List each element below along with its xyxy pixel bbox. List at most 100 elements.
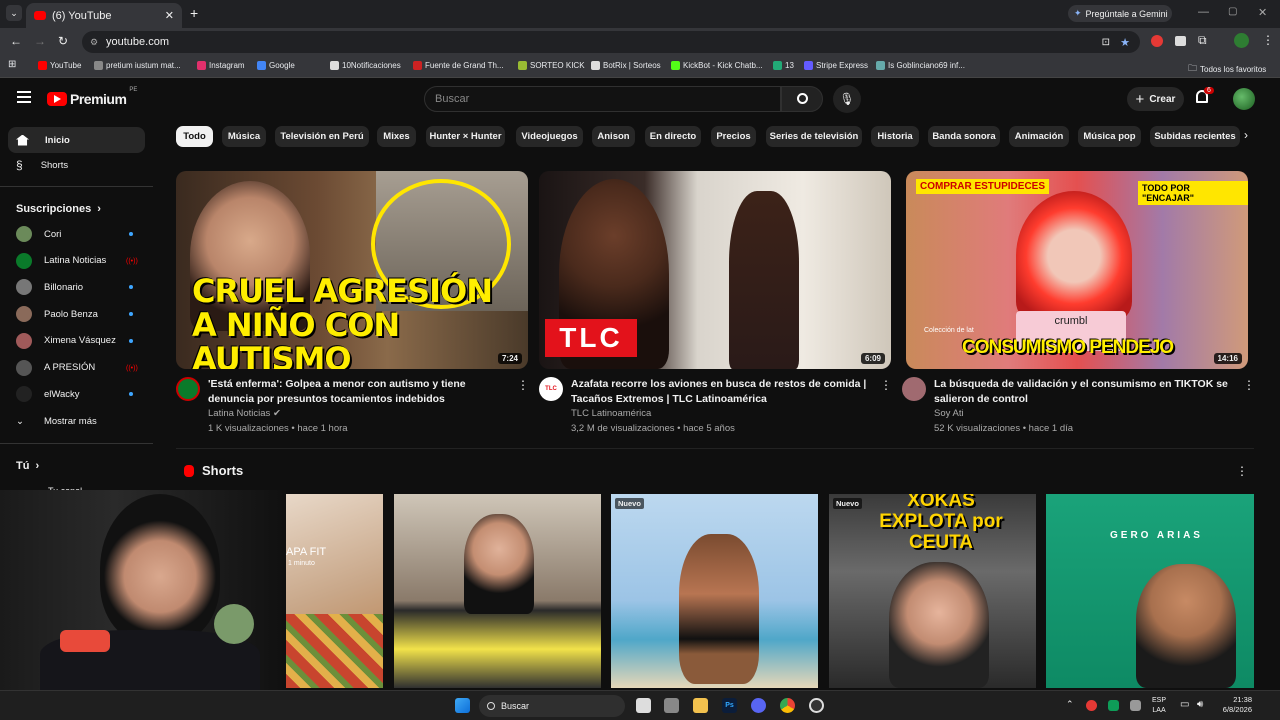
bookmark-item[interactable]: 10Notificaciones [330, 61, 401, 70]
chip-3[interactable]: Mixes [377, 126, 416, 147]
video-title[interactable]: Azafata recorre los aviones en busca de … [571, 377, 867, 407]
chip-13[interactable]: Música pop [1078, 126, 1141, 147]
show-more[interactable]: ⌄ Mostrar más [16, 416, 97, 427]
volume-icon[interactable]: 🔊︎ [1197, 699, 1203, 710]
bookmark-item[interactable]: YouTube [38, 61, 81, 70]
voice-search-button[interactable]: 🎙 [833, 85, 861, 113]
more-options-icon[interactable]: ⋮ [1243, 378, 1255, 392]
bookmark-item[interactable]: BotRix | Sorteos [591, 61, 661, 70]
tray-app3-icon[interactable] [1130, 700, 1141, 711]
video-title[interactable]: La búsqueda de validación y el consumism… [934, 377, 1230, 407]
browser-tab[interactable]: (6) YouTube ✕ [26, 3, 182, 28]
forward-icon[interactable]: → [34, 34, 46, 48]
close-tab-icon[interactable]: ✕ [165, 9, 174, 22]
sidebar-item-shorts[interactable]: § Shorts [16, 158, 68, 172]
chip-6[interactable]: Anison [592, 126, 635, 147]
bookmark-item[interactable]: Google [257, 61, 295, 70]
taskbar-search[interactable]: Buscar [479, 695, 625, 717]
tray-app-icon[interactable] [1086, 700, 1097, 711]
chip-10[interactable]: Historia [871, 126, 919, 147]
chip-14[interactable]: Subidas recientes [1150, 126, 1240, 147]
bookmark-item[interactable]: Stripe Express [804, 61, 868, 70]
channel-avatar[interactable] [902, 377, 926, 401]
video-title[interactable]: 'Está enferma': Golpea a menor con autis… [208, 377, 506, 407]
file-explorer-icon[interactable] [693, 698, 708, 713]
close-window-button[interactable]: ✕ [1258, 6, 1267, 19]
channel-avatar[interactable]: TLC [539, 377, 563, 401]
chip-4[interactable]: Hunter × Hunter [426, 126, 505, 147]
channel-avatar[interactable] [176, 377, 200, 401]
bookmark-star-icon[interactable]: ★ [1120, 36, 1130, 49]
youtube-logo[interactable]: Premium PE [47, 87, 137, 107]
tray-app2-icon[interactable] [1108, 700, 1119, 711]
video-thumbnail[interactable]: CRUEL AGRESIÓN A NIÑO CON AUTISMO 7:24 [176, 171, 528, 369]
sidebar-subscription[interactable]: A PRESIÓN [16, 359, 95, 376]
clock[interactable]: 21:38 6/8/2026 [1216, 695, 1252, 715]
extensions-puzzle-icon[interactable]: ⧉ [1198, 33, 1207, 48]
short-item[interactable] [394, 494, 601, 688]
search-button[interactable] [781, 86, 823, 112]
bookmark-item[interactable]: Is Goblinciano69 inf... [876, 61, 965, 70]
channel-name[interactable]: TLC Latinoamérica [571, 408, 651, 419]
task-view-icon[interactable] [636, 698, 651, 713]
short-item[interactable]: GERO ARIAS [1046, 494, 1254, 688]
hamburger-menu-icon[interactable] [17, 91, 31, 103]
you-heading[interactable]: Tú › [16, 460, 39, 472]
site-info-icon[interactable]: ⚙ [90, 37, 98, 48]
shorts-more-options-icon[interactable]: ⋮ [1236, 464, 1248, 478]
subscriptions-heading[interactable]: Suscripciones › [16, 203, 101, 215]
sidebar-subscription[interactable]: Cori [16, 226, 61, 242]
sidebar-subscription[interactable]: Latina Noticias [16, 252, 106, 269]
video-thumbnail[interactable]: TLC 6:09 [539, 171, 891, 369]
chip-8[interactable]: Precios [711, 126, 756, 147]
profile-avatar[interactable] [1234, 33, 1249, 48]
chip-2[interactable]: Televisión en Perú [275, 126, 369, 147]
sidebar-subscription[interactable]: Billonario [16, 279, 83, 296]
short-item[interactable]: APA FIT 1 minuto [286, 494, 383, 688]
video-thumbnail[interactable]: COMPRAR ESTUPIDECES TODO POR "ENCAJAR" c… [906, 171, 1248, 369]
chip-0[interactable]: Todo [176, 126, 213, 147]
obs-icon[interactable] [809, 698, 824, 713]
extension-icon[interactable] [1151, 35, 1163, 47]
chips-next-icon[interactable]: › [1244, 128, 1248, 142]
sidebar-item-home[interactable]: Inicio [8, 127, 145, 153]
new-tab-button[interactable]: + [190, 5, 198, 21]
back-icon[interactable]: ← [10, 34, 22, 48]
reload-icon[interactable]: ↻ [58, 34, 68, 48]
channel-name[interactable]: Soy Ati [934, 408, 964, 419]
create-button[interactable]: + Crear [1127, 87, 1184, 111]
account-avatar[interactable] [1233, 88, 1255, 110]
sidebar-subscription[interactable]: Ximena Vásquez [16, 332, 116, 349]
bookmark-item[interactable]: pretium iustum mat... [94, 61, 181, 70]
channel-name[interactable]: Latina Noticias ✔ [208, 408, 281, 419]
bookmark-item[interactable]: KickBot - Kick Chatb... [671, 61, 763, 70]
discord-icon[interactable] [751, 698, 766, 713]
short-item[interactable]: Nuevo XOKAS EXPLOTA por CEUTA [829, 494, 1036, 688]
chip-1[interactable]: Música [222, 126, 266, 147]
notifications-button[interactable]: 6 [1196, 87, 1214, 106]
network-icon[interactable]: ▭ [1180, 699, 1189, 710]
chip-9[interactable]: Series de televisión [766, 126, 862, 147]
photoshop-icon[interactable]: Ps [722, 698, 737, 713]
bookmark-item[interactable]: Instagram [197, 61, 245, 70]
sidebar-subscription[interactable]: Paolo Benza [16, 306, 98, 323]
more-options-icon[interactable]: ⋮ [517, 378, 529, 392]
all-bookmarks[interactable]: 🗀 Todos los favoritos [1188, 61, 1266, 77]
more-options-icon[interactable]: ⋮ [880, 378, 892, 392]
search-input[interactable]: Buscar [424, 86, 781, 112]
browser-menu-icon[interactable]: ⋮ [1262, 33, 1274, 47]
chip-5[interactable]: Videojuegos [516, 126, 583, 147]
address-bar[interactable]: ⚙ youtube.com ⊡ ★ [82, 31, 1140, 53]
language-indicator[interactable]: ESP LAA [1152, 696, 1166, 716]
tray-overflow-icon[interactable]: ⌃ [1066, 699, 1074, 710]
chip-12[interactable]: Animación [1009, 126, 1069, 147]
bookmark-item[interactable]: SORTEO KICK [518, 61, 585, 70]
sidebar-subscription[interactable]: elWacky [16, 386, 80, 403]
chip-7[interactable]: En directo [645, 126, 701, 147]
chrome-icon[interactable] [780, 698, 795, 713]
start-icon[interactable] [455, 698, 470, 713]
gemini-button[interactable]: ✦ Pregúntale a Gemini [1068, 5, 1172, 22]
bookmark-item[interactable]: 13 [773, 61, 794, 70]
short-item[interactable]: Nuevo [611, 494, 818, 688]
extension2-icon[interactable] [1175, 36, 1186, 46]
